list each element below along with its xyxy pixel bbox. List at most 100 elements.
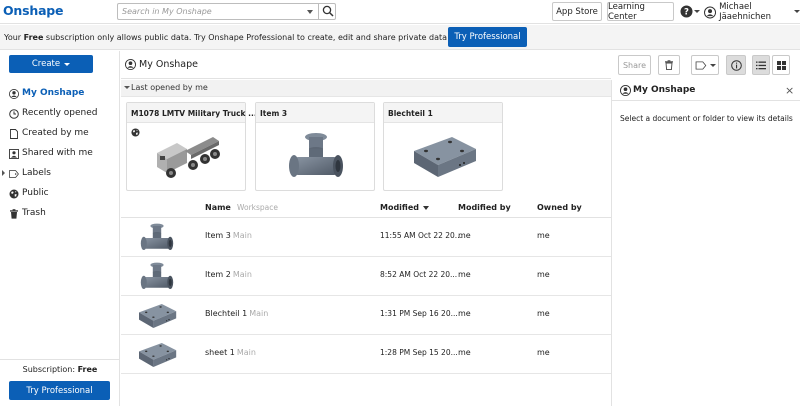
modified-date: 1:31 PM Sep 16 20... <box>380 309 458 318</box>
document-name[interactable]: Blechteil 1 Main <box>205 309 268 318</box>
clock-icon <box>9 109 19 119</box>
user-name: Michael Jäaehnichen <box>719 2 772 22</box>
modified-by: me <box>458 231 471 240</box>
help-icon[interactable]: ? <box>680 5 693 18</box>
info-icon <box>730 59 742 71</box>
sidebar-item-shared-with-me[interactable]: Shared with me <box>0 144 120 164</box>
share-button[interactable]: Share <box>618 55 651 75</box>
label-caret-icon <box>709 63 716 67</box>
document-thumbnail <box>404 127 484 187</box>
details-panel-message: Select a document or folder to view its … <box>620 114 793 123</box>
grid-view-button[interactable] <box>772 55 790 75</box>
column-name[interactable]: Name <box>205 203 231 212</box>
user-icon <box>620 85 631 96</box>
document-thumbnail <box>147 127 227 187</box>
recent-card[interactable]: Item 3 <box>255 102 375 191</box>
details-panel-title: My Onshape <box>633 85 696 95</box>
learning-center-button[interactable]: Learning Center <box>607 2 674 22</box>
table-row[interactable]: Item 3 Main 11:55 AM Oct 22 20... me me <box>121 218 611 257</box>
top-bar: Onshape App Store Learning Center ? Mich… <box>0 0 800 24</box>
owned-by: me <box>537 309 550 318</box>
subscription-panel: Subscription: Free Try Professional <box>0 359 120 406</box>
documents-area: Last opened by me M1078 LMTV Military Tr… <box>121 51 611 406</box>
avatar-icon <box>704 6 716 19</box>
expand-labels-icon[interactable] <box>2 170 5 176</box>
sidebar-item-created-by-me[interactable]: Created by me <box>0 124 120 144</box>
modified-date: 1:28 PM Sep 15 20... <box>380 348 458 357</box>
banner-try-professional-button[interactable]: Try Professional <box>448 27 527 47</box>
document-thumbnail <box>129 259 185 295</box>
search-scope-dropdown[interactable] <box>304 4 318 19</box>
document-thumbnail <box>276 127 356 187</box>
column-modified[interactable]: Modified <box>380 203 430 212</box>
recent-card-title: M1078 LMTV Military Truck ... <box>127 103 257 123</box>
label-menu-button[interactable] <box>691 55 719 75</box>
left-sidebar: Create My Onshape Recently opened Create… <box>0 51 120 406</box>
list-view-button[interactable] <box>752 55 770 75</box>
document-thumbnail <box>129 298 185 334</box>
sidebar-try-professional-button[interactable]: Try Professional <box>9 381 110 400</box>
document-name[interactable]: sheet 1 Main <box>205 348 256 357</box>
details-panel-header: My Onshape × <box>612 80 800 101</box>
owned-by: me <box>537 231 550 240</box>
modified-by: me <box>458 348 471 357</box>
table-row[interactable]: Item 2 Main 8:52 AM Oct 22 20... me me <box>121 257 611 296</box>
document-table-header: Name Workspace Modified Modified by Owne… <box>121 197 611 218</box>
collapse-chevron-icon <box>124 86 130 89</box>
create-caret-icon <box>64 62 71 66</box>
column-workspace: Workspace <box>237 203 278 212</box>
recent-section-header[interactable]: Last opened by me <box>121 80 611 97</box>
owned-by: me <box>537 270 550 279</box>
recent-card[interactable]: Blechteil 1 <box>383 102 503 191</box>
sidebar-item-labels[interactable]: Labels <box>0 164 120 184</box>
table-row[interactable]: Blechteil 1 Main 1:31 PM Sep 16 20... me … <box>121 296 611 335</box>
label-icon <box>9 170 19 178</box>
sidebar-item-public[interactable]: Public <box>0 184 120 204</box>
search-button[interactable] <box>318 3 336 20</box>
recent-card-title: Blechteil 1 <box>384 103 502 123</box>
globe-icon <box>9 189 19 199</box>
column-modified-by[interactable]: Modified by <box>458 203 511 212</box>
help-menu-caret-icon[interactable] <box>694 10 700 13</box>
sidebar-item-recently-opened[interactable]: Recently opened <box>0 104 120 124</box>
search-box <box>117 3 336 20</box>
public-globe-icon <box>131 128 140 137</box>
onshape-logo[interactable]: Onshape <box>3 3 64 18</box>
modified-by: me <box>458 270 471 279</box>
label-icon <box>695 60 706 70</box>
modified-date: 11:55 AM Oct 22 20... <box>380 231 462 240</box>
modified-by: me <box>458 309 471 318</box>
close-icon[interactable]: × <box>785 84 794 97</box>
svg-text:?: ? <box>684 8 689 18</box>
sidebar-item-trash[interactable]: Trash <box>0 204 120 224</box>
subscription-status: Subscription: Free <box>22 365 98 374</box>
owned-by: me <box>537 348 550 357</box>
document-name[interactable]: Item 3 Main <box>205 231 252 240</box>
user-menu-caret-icon[interactable] <box>794 10 800 13</box>
search-icon <box>322 5 334 17</box>
trash-icon <box>10 209 18 219</box>
recent-card-title: Item 3 <box>256 103 374 123</box>
subscription-banner: Your Free subscription only allows publi… <box>0 25 800 50</box>
user-icon <box>9 89 19 99</box>
shared-icon <box>9 149 19 159</box>
list-view-icon <box>756 61 766 69</box>
app-store-button[interactable]: App Store <box>552 2 602 21</box>
sort-descending-icon <box>423 205 430 210</box>
column-owned-by[interactable]: Owned by <box>537 203 582 212</box>
details-toggle-button[interactable] <box>726 55 746 75</box>
document-thumbnail <box>129 220 185 256</box>
user-menu[interactable]: Michael Jäaehnichen <box>704 2 800 22</box>
banner-message: Your Free subscription only allows publi… <box>4 33 513 42</box>
document-thumbnail <box>129 337 185 373</box>
sidebar-item-my-onshape[interactable]: My Onshape <box>0 84 120 104</box>
search-input[interactable] <box>122 5 310 18</box>
modified-date: 8:52 AM Oct 22 20... <box>380 270 458 279</box>
document-name[interactable]: Item 2 Main <box>205 270 252 279</box>
recent-card[interactable]: M1078 LMTV Military Truck ... <box>126 102 257 191</box>
grid-view-icon <box>776 60 786 70</box>
create-button[interactable]: Create <box>9 55 93 73</box>
details-panel: My Onshape × Select a document or folder… <box>611 80 800 406</box>
table-row[interactable]: sheet 1 Main 1:28 PM Sep 15 20... me me <box>121 335 611 374</box>
delete-button[interactable] <box>658 55 680 75</box>
